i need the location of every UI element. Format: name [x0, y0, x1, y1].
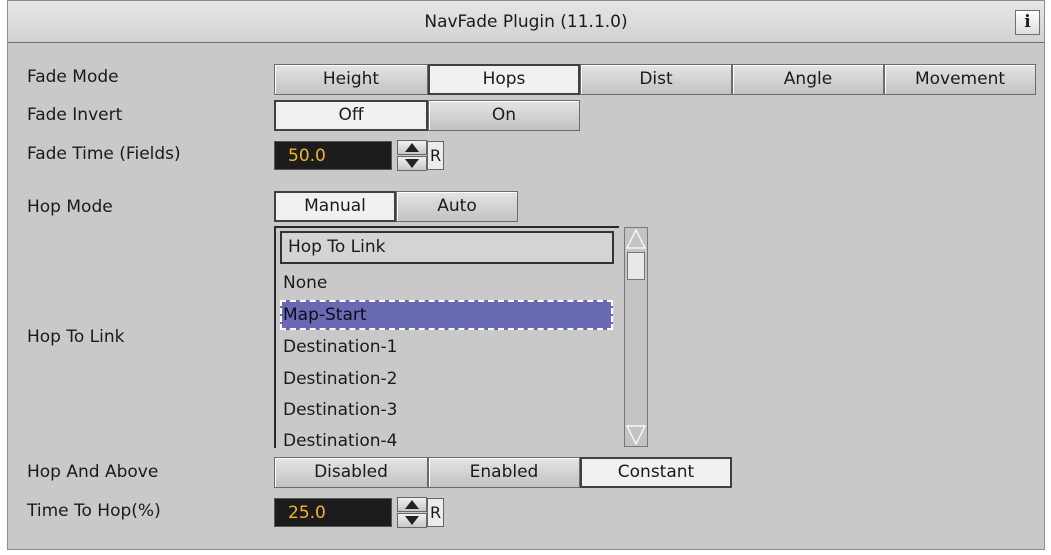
hop-to-link-scrollbar[interactable]: [624, 227, 648, 447]
triangle-up-icon: [405, 143, 419, 152]
scroll-up-icon[interactable]: [625, 228, 647, 250]
list-item-destination-4[interactable]: Destination-4: [283, 426, 398, 448]
fade-invert-label: Fade Invert: [27, 105, 123, 125]
fade-mode-movement-button[interactable]: Movement: [884, 64, 1036, 95]
list-item-destination-2[interactable]: Destination-2: [283, 364, 398, 395]
fade-mode-label: Fade Mode: [27, 67, 119, 87]
hop-to-link-label: Hop To Link: [27, 327, 125, 347]
fade-mode-height-button[interactable]: Height: [274, 64, 428, 95]
time-to-hop-reset-button[interactable]: R: [427, 498, 444, 527]
scroll-down-icon[interactable]: [625, 424, 647, 446]
time-to-hop-spinner: [397, 497, 427, 528]
fade-mode-angle-button[interactable]: Angle: [732, 64, 884, 95]
hop-and-above-enabled-button[interactable]: Enabled: [428, 457, 580, 488]
list-item-none[interactable]: None: [283, 268, 327, 299]
fade-invert-on-button[interactable]: On: [428, 100, 580, 131]
triangle-down-icon: [405, 159, 419, 168]
navfade-plugin-panel: NavFade Plugin (11.1.0) i Fade Mode Heig…: [7, 0, 1045, 550]
hop-and-above-label: Hop And Above: [27, 462, 159, 482]
hop-to-link-list-header: Hop To Link: [280, 231, 614, 264]
hop-and-above-disabled-button[interactable]: Disabled: [274, 457, 428, 488]
triangle-down-icon: [405, 516, 419, 525]
fade-mode-hops-button[interactable]: Hops: [428, 64, 580, 95]
scrollbar-thumb[interactable]: [627, 252, 645, 280]
panel-titlebar: NavFade Plugin (11.1.0) i: [8, 1, 1044, 43]
list-item-destination-1[interactable]: Destination-1: [283, 332, 398, 363]
fade-invert-off-button[interactable]: Off: [274, 100, 428, 131]
fade-time-field[interactable]: 50.0: [274, 141, 392, 170]
info-icon[interactable]: i: [1015, 10, 1040, 35]
hop-mode-label: Hop Mode: [27, 197, 113, 217]
hop-mode-auto-button[interactable]: Auto: [396, 191, 518, 222]
panel-title: NavFade Plugin (11.1.0): [424, 12, 628, 32]
time-to-hop-increment-button[interactable]: [397, 497, 427, 512]
triangle-up-icon: [405, 500, 419, 509]
time-to-hop-decrement-button[interactable]: [397, 513, 427, 528]
time-to-hop-field[interactable]: 25.0: [274, 498, 392, 527]
fade-time-decrement-button[interactable]: [397, 156, 427, 171]
fade-time-spinner: [397, 140, 427, 171]
time-to-hop-label: Time To Hop(%): [27, 501, 161, 521]
list-item-destination-3[interactable]: Destination-3: [283, 395, 398, 426]
hop-to-link-list: Hop To Link None Map-Start Destination-1…: [274, 226, 619, 448]
fade-time-increment-button[interactable]: [397, 140, 427, 155]
fade-mode-dist-button[interactable]: Dist: [580, 64, 732, 95]
hop-to-link-listbox: Hop To Link None Map-Start Destination-1…: [274, 226, 650, 448]
list-item-map-start[interactable]: Map-Start: [280, 300, 613, 330]
fade-time-label: Fade Time (Fields): [27, 144, 181, 164]
hop-and-above-constant-button[interactable]: Constant: [580, 457, 732, 488]
fade-time-reset-button[interactable]: R: [427, 141, 444, 170]
hop-mode-manual-button[interactable]: Manual: [274, 191, 396, 222]
